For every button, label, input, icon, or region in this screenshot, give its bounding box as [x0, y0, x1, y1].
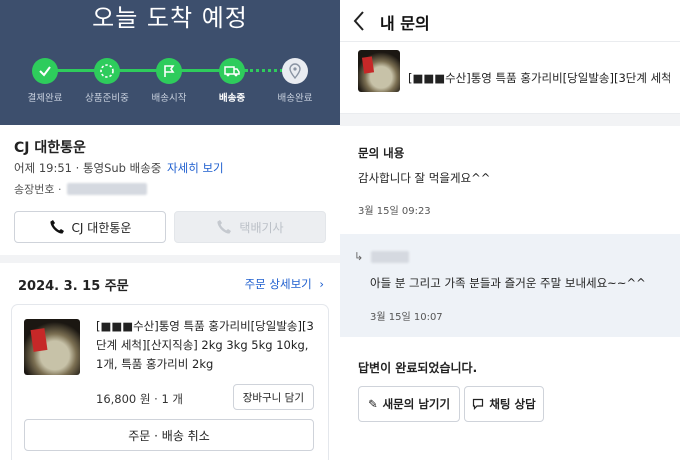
chat-bubble-icon [473, 398, 484, 410]
check-icon [39, 66, 51, 77]
question-date: 3월 15일 09:23 [358, 206, 431, 217]
progress-line [45, 69, 245, 72]
product-thumbnail[interactable] [24, 319, 80, 375]
chat-consult-label: 채팅 상담 [489, 397, 536, 411]
carrier-card: CJ 대한통운 어제 19:51 · 통영Sub 배송중 자세히 보기 송장번호… [0, 125, 340, 255]
section-divider [340, 114, 680, 126]
chevron-right-icon: › [319, 277, 324, 291]
carrier-name: CJ 대한통운 [14, 140, 86, 156]
call-driver-label: 택배기사 [239, 220, 284, 235]
order-price: 16,800 원 · 1 개 [96, 392, 183, 406]
call-carrier-button[interactable]: CJ 대한통운 [14, 211, 166, 243]
step-in-transit [219, 58, 245, 84]
phone-icon [217, 220, 232, 234]
thumbnail-label-decoration [30, 328, 48, 352]
question-label: 문의 내용 [358, 146, 405, 160]
step-label-preparing: 상품준비중 [85, 93, 129, 104]
tracking-number-row: 송장번호 · [14, 181, 148, 197]
step-label-in-transit: 배송중 [218, 93, 246, 104]
order-item: [■■■수산]통영 특품 홍가리비[당일발송][3단계 세척][산지직송] 2k… [12, 305, 328, 460]
new-question-button[interactable]: ✎ 새문의 남기기 [358, 386, 460, 422]
step-shipping-started [156, 58, 182, 84]
chevron-left-icon [353, 11, 364, 31]
tracking-label: 송장번호 · [14, 183, 62, 196]
answer-complete-text: 답변이 완료되었습니다. [358, 361, 478, 375]
order-date: 2024. 3. 15 주문 [18, 279, 129, 294]
order-product-title[interactable]: [■■■수산]통영 특품 홍가리비[당일발송][3단계 세척][산지직송] 2k… [96, 317, 316, 374]
step-delivered [282, 58, 308, 84]
location-pin-icon [289, 63, 301, 79]
delivery-status-header: 오늘 도착 예정 결제완료 상품준비중 배송시작 배송중 배송완료 [0, 0, 340, 125]
step-label-payment: 결제완료 [27, 93, 63, 104]
flag-icon [164, 65, 175, 77]
answer-body: 아들 분 그리고 가족 분들과 즐거운 주말 보내세요~~^^ [370, 276, 646, 290]
pencil-icon: ✎ [367, 397, 378, 411]
new-question-label: 새문의 남기기 [382, 397, 451, 411]
cancel-order-button[interactable]: 주문 · 배송 취소 [24, 419, 314, 451]
product-thumbnail [358, 50, 400, 92]
answer-date: 3월 15일 10:07 [370, 312, 443, 323]
loading-ring-icon [100, 64, 114, 78]
seller-name-redacted [370, 251, 409, 263]
status-text: 통영Sub 배송중 [82, 161, 162, 175]
my-inquiry-panel: 내 문의 [■■■수산]통영 특품 홍가리비[당일발송][3단계 세척... 문… [340, 0, 680, 460]
add-to-cart-button[interactable]: 장바구니 담기 [232, 384, 314, 410]
inquiry-product-name: [■■■수산]통영 특품 홍가리비[당일발송][3단계 세척... [408, 71, 670, 85]
step-label-delivered: 배송완료 [277, 93, 313, 104]
detail-link[interactable]: 자세히 보기 [167, 161, 224, 175]
step-preparing [94, 58, 120, 84]
question-body: 감사합니다 잘 먹을게요^^ [358, 171, 491, 185]
reply-arrow-icon: ↳ [354, 250, 409, 263]
order-card: 2024. 3. 15 주문 주문 상세보기 › [■■■수산]통영 특품 홍가… [0, 263, 340, 460]
call-carrier-label: CJ 대한통운 [71, 220, 132, 235]
step-label-started: 배송시작 [151, 93, 187, 104]
delivery-tracking-panel: 오늘 도착 예정 결제완료 상품준비중 배송시작 배송중 배송완료 CJ 대한통… [0, 0, 340, 460]
order-detail-label: 주문 상세보기 [244, 277, 312, 291]
arrival-status-title: 오늘 도착 예정 [92, 4, 248, 32]
carrier-status: 어제 19:51 · 통영Sub 배송중 자세히 보기 [14, 161, 224, 175]
step-payment-complete [32, 58, 58, 84]
order-detail-link[interactable]: 주문 상세보기 › [245, 276, 324, 292]
inquiry-product-row[interactable]: [■■■수산]통영 특품 홍가리비[당일발송][3단계 세척... [340, 42, 680, 114]
back-button[interactable] [352, 10, 372, 32]
chat-consult-button[interactable]: 채팅 상담 [464, 386, 544, 422]
status-time: 어제 19:51 [14, 161, 72, 175]
thumbnail-label-decoration [361, 56, 375, 74]
inquiry-header: 내 문의 [340, 0, 680, 42]
truck-icon [224, 66, 240, 77]
tracking-number-redacted [67, 183, 148, 195]
phone-icon [49, 220, 64, 234]
call-driver-button[interactable]: 택배기사 [174, 211, 326, 243]
page-title: 내 문의 [380, 14, 430, 33]
